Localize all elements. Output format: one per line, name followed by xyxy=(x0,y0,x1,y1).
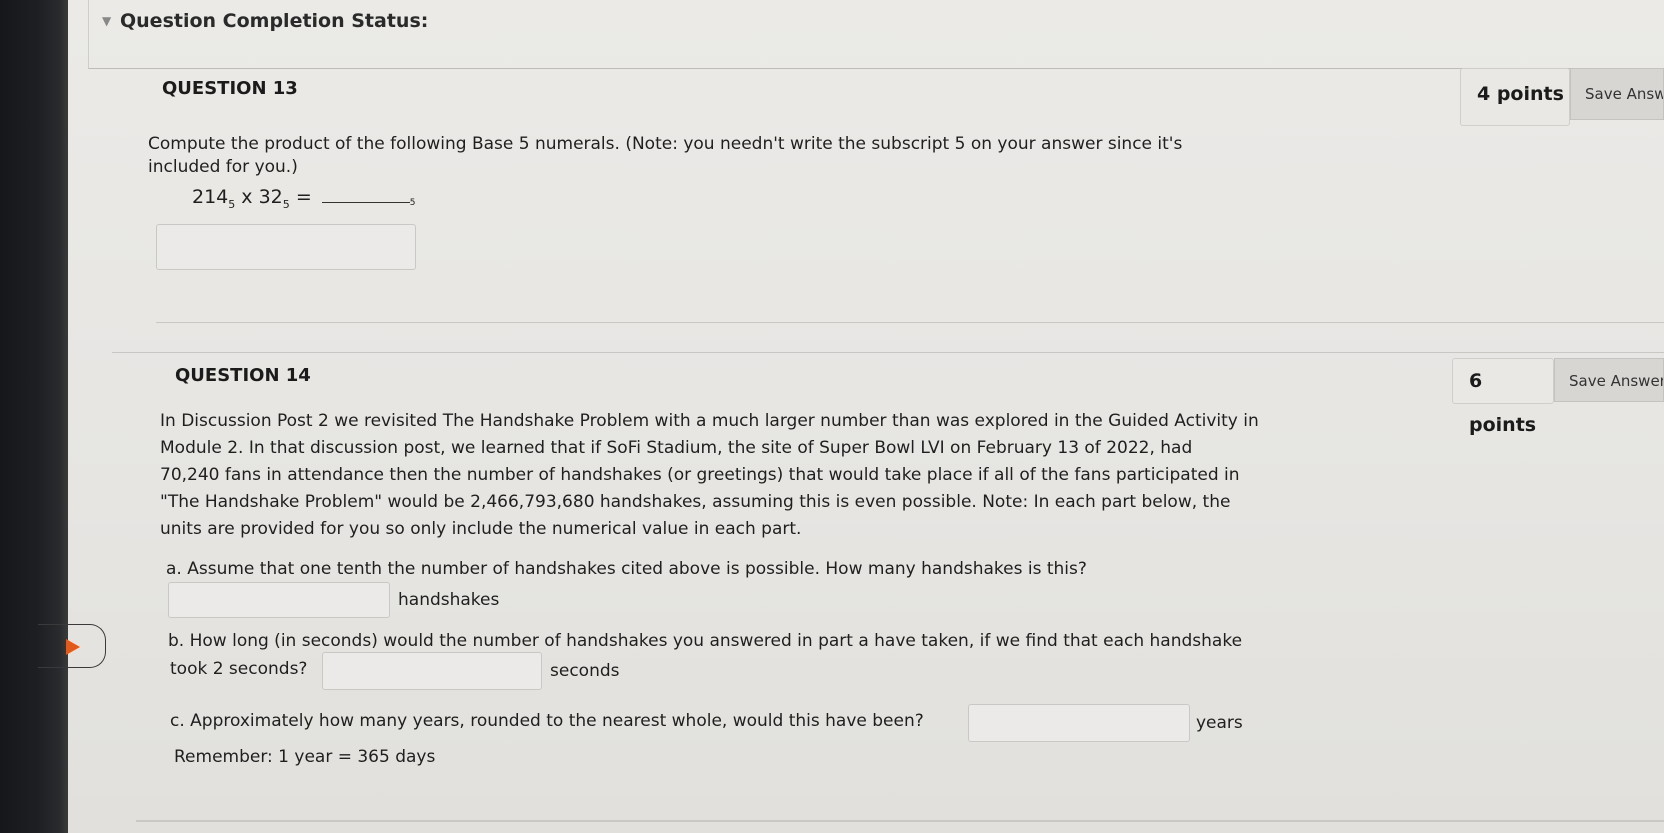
part-a-input[interactable] xyxy=(168,582,390,618)
remember-note: Remember: 1 year = 365 days xyxy=(174,747,436,767)
part-b-label-line2: took 2 seconds? xyxy=(170,659,308,679)
question-13-prompt-line2: included for you.) xyxy=(148,157,298,177)
question-14-save-button[interactable]: Save Answer xyxy=(1554,358,1664,402)
screen-bezel xyxy=(0,0,68,833)
expand-menu-button[interactable] xyxy=(38,624,106,668)
question-14-paragraph-line4: "The Handshake Problem" would be 2,466,7… xyxy=(160,492,1231,512)
equation-times: x xyxy=(235,186,259,208)
equation-blank xyxy=(321,188,410,203)
question-13-equation: 2145 x 325 = 5 xyxy=(192,184,415,218)
part-c-label: c. Approximately how many years, rounded… xyxy=(170,711,924,731)
equation-blank-base: 5 xyxy=(409,198,416,208)
equation-equals: = xyxy=(289,186,312,208)
question-14-paragraph-line1: In Discussion Post 2 we revisited The Ha… xyxy=(160,411,1259,431)
question-14-paragraph-line3: 70,240 fans in attendance then the numbe… xyxy=(160,465,1240,485)
chevron-down-icon[interactable]: ▼ xyxy=(102,14,111,28)
part-b-input[interactable] xyxy=(322,652,542,690)
equation-term-b-base: 5 xyxy=(282,197,290,211)
completion-status-title[interactable]: Question Completion Status: xyxy=(120,10,428,32)
play-arrow-icon xyxy=(66,639,80,655)
question-13-divider xyxy=(156,322,1664,323)
equation-term-b: 32 xyxy=(258,186,283,208)
question-13-save-button[interactable]: Save Answer xyxy=(1570,68,1664,120)
question-13-points: 4 points xyxy=(1460,68,1570,126)
part-c-input[interactable] xyxy=(968,704,1190,742)
question-14-paragraph-line5: units are provided for you so only inclu… xyxy=(160,519,802,539)
question-13-answer-input[interactable] xyxy=(156,224,416,270)
part-a-label: a. Assume that one tenth the number of h… xyxy=(166,559,1087,579)
question-14-paragraph-line2: Module 2. In that discussion post, we le… xyxy=(160,438,1193,458)
equation-term-a: 214 xyxy=(192,186,229,208)
question-14-points: 6 points xyxy=(1452,358,1554,436)
question-14-title: QUESTION 14 xyxy=(175,365,311,386)
question-13-title: QUESTION 13 xyxy=(162,78,298,99)
part-b-unit: seconds xyxy=(550,661,620,681)
question-13-prompt-line1: Compute the product of the following Bas… xyxy=(148,134,1183,154)
part-a-unit: handshakes xyxy=(398,590,500,610)
part-c-unit: years xyxy=(1196,713,1243,733)
bottom-divider xyxy=(136,820,1664,822)
part-b-label-line1: b. How long (in seconds) would the numbe… xyxy=(168,631,1243,651)
question-divider xyxy=(112,352,1664,353)
